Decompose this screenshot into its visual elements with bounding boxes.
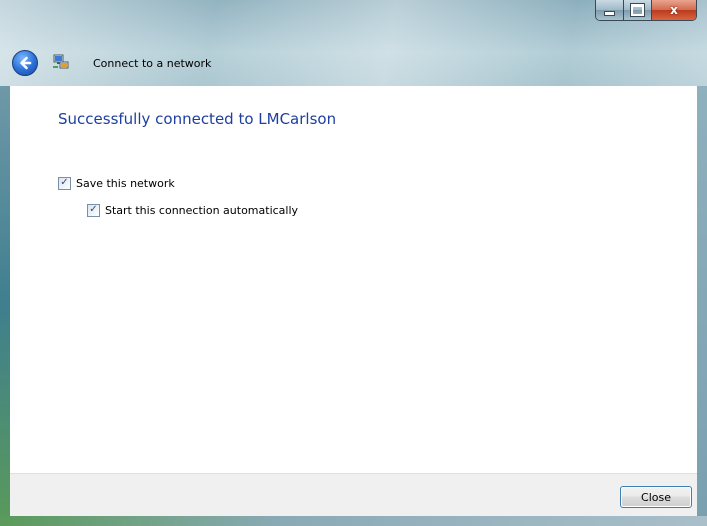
navigation-bar: Connect to a network [0, 40, 707, 86]
page-title: Connect to a network [93, 57, 212, 70]
maximize-icon [630, 3, 645, 17]
content-panel: Successfully connected to LMCarlson ✓ Sa… [10, 86, 697, 473]
frame-right-edge [697, 86, 707, 526]
minimize-icon [604, 10, 615, 16]
back-button[interactable] [12, 50, 38, 76]
auto-connect-option[interactable]: ✓ Start this connection automatically [87, 204, 298, 217]
status-heading: Successfully connected to LMCarlson [58, 110, 337, 128]
window-close-button[interactable]: x [652, 0, 696, 20]
checkmark-icon: ✓ [89, 204, 98, 215]
dialog-footer: Close [10, 473, 697, 516]
dialog-window: x Connect to a network Successfully conn… [0, 0, 707, 526]
save-network-option[interactable]: ✓ Save this network [58, 177, 175, 190]
close-icon: x [670, 3, 678, 17]
frame-left-edge [0, 86, 10, 526]
back-arrow-icon [20, 56, 32, 70]
save-network-checkbox[interactable]: ✓ [58, 177, 71, 190]
close-button[interactable]: Close [620, 486, 692, 508]
auto-connect-checkbox[interactable]: ✓ [87, 204, 100, 217]
network-icon [53, 54, 69, 69]
minimize-button[interactable] [596, 0, 624, 20]
caption-buttons: x [595, 0, 697, 21]
maximize-button[interactable] [624, 0, 652, 20]
frame-bottom-edge [0, 516, 707, 526]
auto-connect-label[interactable]: Start this connection automatically [105, 204, 298, 217]
checkmark-icon: ✓ [60, 177, 69, 188]
title-bar[interactable]: x [0, 0, 707, 40]
save-network-label[interactable]: Save this network [76, 177, 175, 190]
